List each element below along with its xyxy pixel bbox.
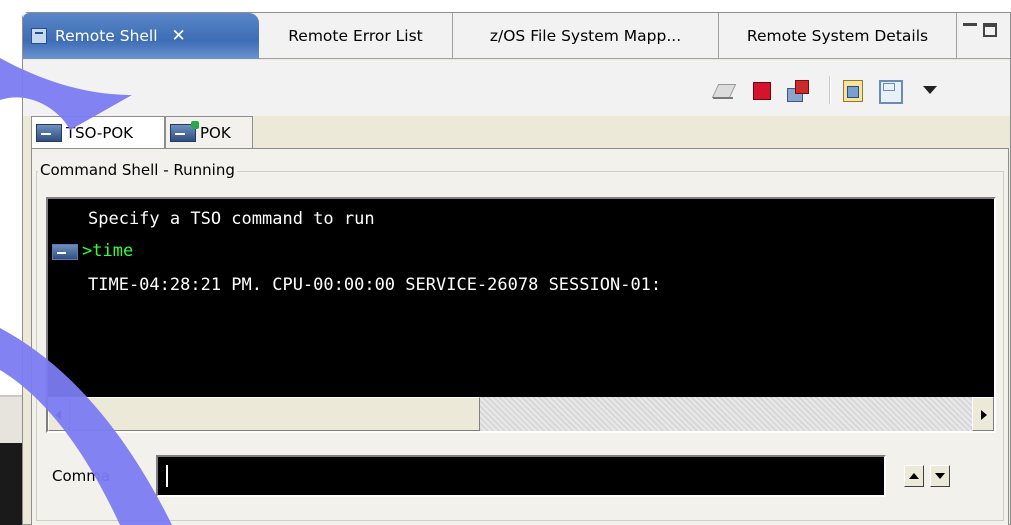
view-tab-bar: Remote Shell ✕ Remote Error List z/OS Fi… xyxy=(23,13,1010,59)
text-caret xyxy=(166,465,168,487)
maximize-icon[interactable] xyxy=(983,23,997,37)
scroll-left-icon[interactable] xyxy=(48,397,70,431)
tab-label: Remote Error List xyxy=(288,27,423,45)
history-up-button[interactable] xyxy=(904,465,924,487)
view-window-controls xyxy=(963,23,997,37)
tab-pok[interactable]: POK xyxy=(165,116,253,148)
command-icon xyxy=(52,244,78,260)
tab-zos-file-system-mapping[interactable]: z/OS File System Mapp... xyxy=(453,13,719,59)
shell-tabs: TSO-POK POK xyxy=(31,116,255,148)
tab-label: Remote Shell xyxy=(55,27,158,45)
shell-icon xyxy=(36,123,62,142)
tab-tso-pok[interactable]: TSO-POK xyxy=(31,116,165,148)
output-line: TIME-04:28:21 PM. CPU-00:00:00 SERVICE-2… xyxy=(88,275,662,295)
group-title: Command Shell - Running xyxy=(38,161,237,179)
command-input[interactable] xyxy=(156,455,886,497)
view-toolbar xyxy=(23,60,1010,116)
new-shell-icon xyxy=(170,120,199,142)
export-icon[interactable] xyxy=(843,80,863,102)
minimize-icon[interactable] xyxy=(963,23,977,37)
command-shell-group: Command Shell - Running Specify a TSO co… xyxy=(31,148,1009,525)
tab-remote-shell[interactable]: Remote Shell ✕ xyxy=(23,13,259,59)
shell-output[interactable]: Specify a TSO command to run >time TIME-… xyxy=(46,197,996,433)
clear-icon[interactable] xyxy=(713,80,733,100)
remove-shell-icon[interactable] xyxy=(787,80,809,102)
command-echo: >time xyxy=(82,241,134,261)
scrollbar-thumb[interactable] xyxy=(70,397,480,431)
scroll-right-icon[interactable] xyxy=(972,397,994,431)
command-label: Comma xyxy=(52,467,111,485)
remote-shell-view: Remote Shell ✕ Remote Error List z/OS Fi… xyxy=(22,12,1011,525)
terminate-icon[interactable] xyxy=(751,80,771,100)
history-down-button[interactable] xyxy=(930,465,950,487)
tab-remote-system-details[interactable]: Remote System Details xyxy=(719,13,957,59)
tab-remote-error-list[interactable]: Remote Error List xyxy=(259,13,453,59)
shell-tab-label: POK xyxy=(200,123,231,142)
close-icon[interactable]: ✕ xyxy=(172,26,186,46)
toolbar-separator xyxy=(829,76,831,104)
tab-label: Remote System Details xyxy=(746,27,929,45)
shell-tab-label: TSO-POK xyxy=(66,123,134,142)
save-icon[interactable] xyxy=(879,80,903,104)
output-line: Specify a TSO command to run xyxy=(88,209,375,229)
view-menu-icon[interactable] xyxy=(923,86,937,94)
horizontal-scrollbar[interactable] xyxy=(48,397,994,431)
remote-shell-icon xyxy=(31,28,47,44)
tab-label: z/OS File System Mapp... xyxy=(489,27,682,45)
